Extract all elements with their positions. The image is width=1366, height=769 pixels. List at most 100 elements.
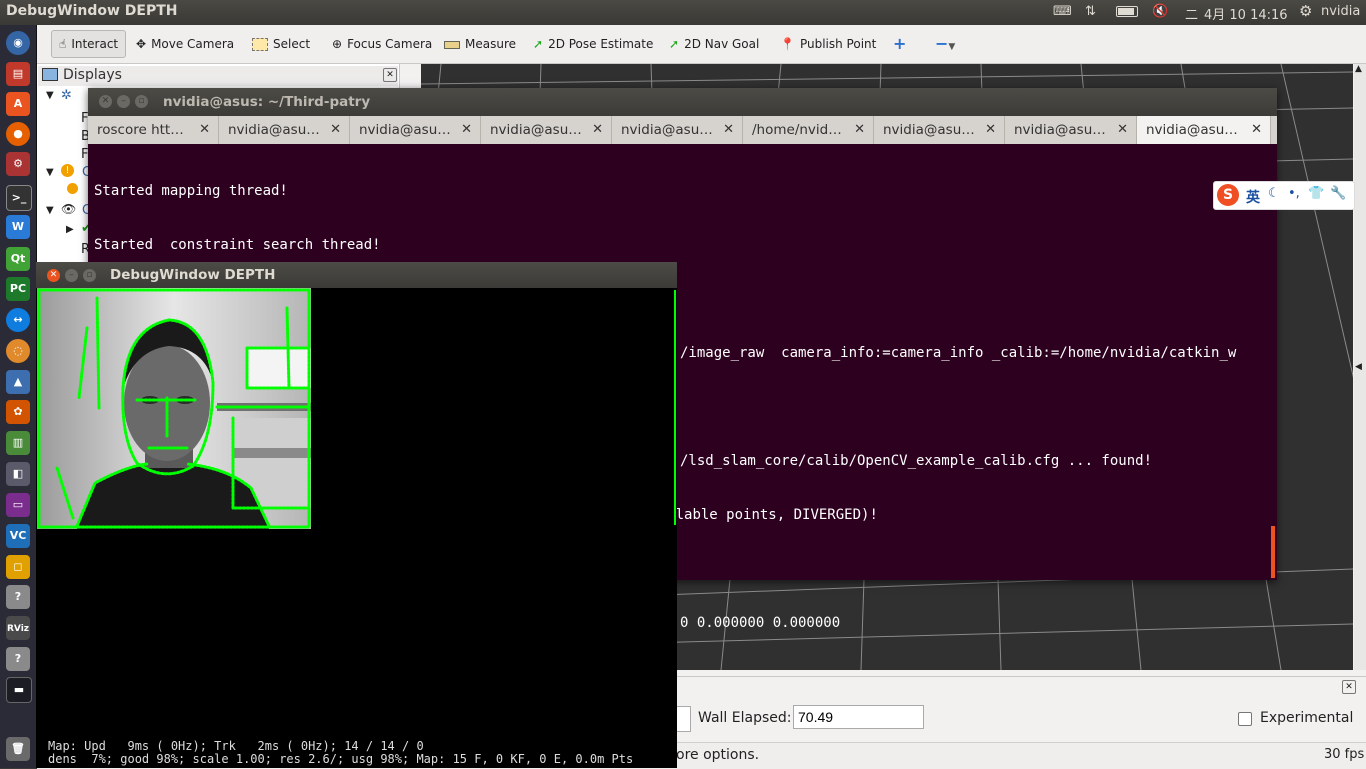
skin-icon[interactable]: 👕: [1308, 186, 1324, 201]
battery-icon[interactable]: [1116, 6, 1138, 17]
interact-tool-button[interactable]: ☝ Interact: [51, 30, 127, 58]
warning-icon: !: [61, 164, 74, 177]
network-icon[interactable]: ⇅: [1085, 4, 1096, 19]
terminal-titlebar: ✕ – ▫ nvidia@asus: ~/Third-patry: [88, 88, 1277, 116]
terminal-tab[interactable]: nvidia@asu… ✕: [1005, 116, 1137, 144]
debug-stats-line2: dens 7%; good 98%; scale 1.00; res 2.6/;…: [48, 752, 634, 766]
system-settings-icon[interactable]: ⚙: [6, 152, 30, 176]
keyboard-icon[interactable]: ⌨: [1053, 4, 1072, 19]
clock[interactable]: 4月 10 14:16: [1204, 4, 1288, 23]
firefox-icon[interactable]: ●: [6, 122, 30, 146]
depth-camera-image: [37, 288, 311, 529]
maximize-button[interactable]: ▫: [135, 95, 148, 108]
terminal-tab-active[interactable]: nvidia@asu… ✕: [1137, 116, 1271, 144]
map-pin-icon: 📍: [780, 37, 795, 51]
rviz-icon[interactable]: RViz: [6, 616, 30, 640]
pycharm-icon[interactable]: PC: [6, 277, 30, 301]
terminal-tab[interactable]: nvidia@asu… ✕: [612, 116, 743, 144]
close-icon[interactable]: ✕: [985, 116, 996, 144]
remove-tool-button[interactable]: −▼: [931, 33, 959, 55]
debug-window-titlebar: ✕ – ▫ DebugWindow DEPTH: [36, 262, 677, 288]
gear-icon[interactable]: ⚙: [1299, 2, 1312, 20]
terminal-line: 0 0.000000 0.000000: [680, 615, 841, 631]
close-icon[interactable]: ✕: [330, 116, 341, 144]
add-tool-button[interactable]: +: [889, 33, 910, 55]
chevron-down-icon: ▼: [948, 42, 956, 52]
ubuntu-dash-icon[interactable]: ◉: [6, 31, 30, 55]
minus-icon: −: [935, 34, 949, 53]
launcher: ◉ ▤ A ● ⚙ >_ W Qt PC ↔ ◌ ▲ ✿ ▥ ◧ ▭ VC ◻ …: [0, 25, 37, 768]
wrench-icon[interactable]: 🔧: [1330, 186, 1346, 201]
volume-muted-icon[interactable]: 🔇: [1152, 4, 1168, 19]
expand-arrow-icon[interactable]: ▼: [46, 167, 54, 178]
app-generic-icon[interactable]: ◻: [6, 555, 30, 579]
trash-icon[interactable]: 🗑: [6, 737, 30, 761]
select-tool-button[interactable]: Select: [248, 33, 314, 55]
vscode-icon[interactable]: VC: [6, 524, 30, 548]
experimental-checkbox[interactable]: [1238, 712, 1252, 726]
minimize-button[interactable]: –: [65, 269, 78, 282]
close-button[interactable]: ✕: [99, 95, 112, 108]
close-icon[interactable]: ✕: [199, 116, 210, 144]
disk-utility-icon[interactable]: ◧: [6, 462, 30, 486]
ime-language[interactable]: 英: [1246, 187, 1260, 207]
wps-writer-icon[interactable]: W: [6, 215, 30, 239]
software-center-icon[interactable]: A: [6, 92, 30, 116]
terminal-tab[interactable]: /home/nvid… ✕: [743, 116, 874, 144]
measure-tool-button[interactable]: Measure: [440, 33, 520, 55]
nav-goal-tool-button[interactable]: ➚ 2D Nav Goal: [665, 33, 763, 55]
eye-icon: 👁: [61, 202, 77, 216]
terminal-tab[interactable]: nvidia@asu… ✕: [874, 116, 1005, 144]
close-icon[interactable]: ✕: [1251, 116, 1262, 144]
fps-readout: 30 fps: [1324, 747, 1365, 762]
pose-estimate-tool-button[interactable]: ➚ 2D Pose Estimate: [529, 33, 657, 55]
sogou-logo-icon: S: [1217, 184, 1239, 206]
clock-day[interactable]: 二: [1185, 4, 1198, 23]
terminal-icon[interactable]: >_: [6, 185, 32, 211]
unknown-app-icon[interactable]: ?: [6, 585, 30, 609]
close-icon[interactable]: ✕: [854, 116, 865, 144]
maximize-button[interactable]: ▫: [83, 269, 96, 282]
window-app-icon[interactable]: ▭: [6, 493, 30, 517]
moon-icon[interactable]: ☾: [1268, 186, 1280, 201]
ime-toolbar[interactable]: S 英 ☾ •, 👕 🔧: [1213, 181, 1355, 210]
gtk-app-icon[interactable]: ✿: [6, 400, 30, 424]
qtcreator-icon[interactable]: Qt: [6, 247, 30, 271]
teamviewer-icon[interactable]: ↔: [6, 308, 30, 332]
punctuation-icon[interactable]: •,: [1288, 186, 1300, 201]
matlab-icon[interactable]: ▲: [6, 370, 30, 394]
minimize-button[interactable]: –: [117, 95, 130, 108]
green-arrow-icon: ➚: [669, 37, 680, 51]
ros-elapsed-field[interactable]: [675, 706, 691, 732]
terminal-tab[interactable]: nvidia@asu… ✕: [219, 116, 350, 144]
clipboard-icon[interactable]: ▥: [6, 431, 30, 455]
close-icon[interactable]: ✕: [1117, 116, 1128, 144]
depth-edge-line: [674, 290, 676, 525]
expand-arrow-icon[interactable]: ▼: [46, 90, 54, 101]
close-icon[interactable]: ✕: [383, 68, 397, 82]
close-icon[interactable]: ✕: [1342, 680, 1356, 694]
terminal-tab[interactable]: roscore htt… ✕: [88, 116, 219, 144]
screen-app-icon[interactable]: ▬: [6, 677, 32, 703]
publish-point-tool-button[interactable]: 📍 Publish Point: [776, 33, 880, 55]
user-menu[interactable]: nvidia: [1321, 4, 1360, 19]
status-hint: ore options.: [676, 747, 760, 763]
close-icon[interactable]: ✕: [723, 116, 734, 144]
ubuntu-one-icon[interactable]: ◌: [6, 339, 30, 363]
focus-camera-tool-button[interactable]: ⊕ Focus Camera: [328, 33, 436, 55]
terminal-tab[interactable]: nvidia@asu… ✕: [481, 116, 612, 144]
terminal-line: Started mapping thread!: [94, 183, 288, 199]
close-icon[interactable]: ✕: [461, 116, 472, 144]
terminal-scrollbar[interactable]: [1271, 526, 1275, 578]
collapse-arrow-icon[interactable]: ▶: [66, 224, 74, 235]
close-button[interactable]: ✕: [47, 269, 60, 282]
viewport-side-handle[interactable]: ▲ ◀: [1354, 64, 1366, 670]
wall-elapsed-field[interactable]: [793, 705, 924, 729]
move-camera-tool-button[interactable]: ✥ Move Camera: [132, 33, 238, 55]
files-icon[interactable]: ▤: [6, 62, 30, 86]
unknown-app-icon[interactable]: ?: [6, 647, 30, 671]
expand-arrow-icon[interactable]: ▼: [46, 205, 54, 216]
close-icon[interactable]: ✕: [592, 116, 603, 144]
terminal-tab[interactable]: nvidia@asu… ✕: [350, 116, 481, 144]
